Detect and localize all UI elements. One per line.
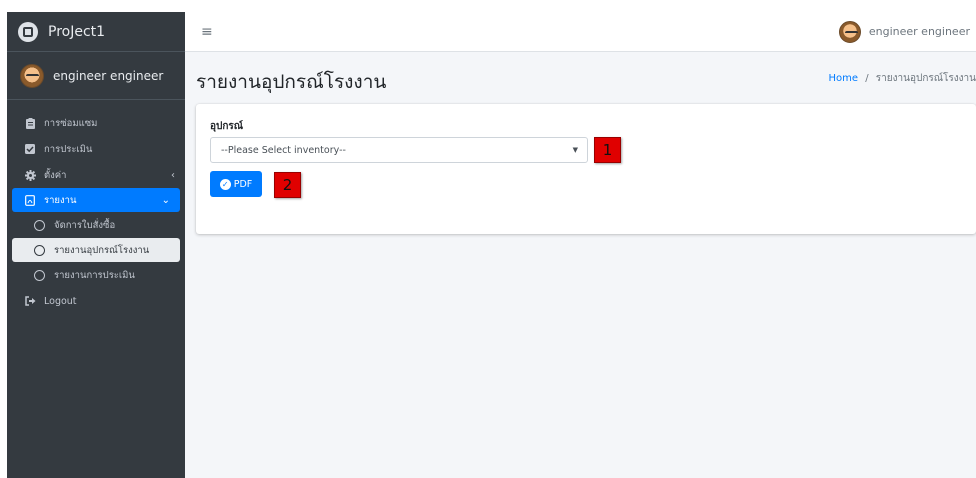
file-pdf-icon (24, 194, 36, 206)
report-form-card: อุปกรณ์ --Please Select inventory-- ▼ 1 … (196, 104, 976, 234)
chevron-left-icon: ‹ (171, 169, 175, 181)
sign-out-icon (24, 295, 36, 307)
top-user-name: engineer engineer (868, 25, 970, 38)
brand[interactable]: ProJect1 (7, 12, 185, 52)
sidebar-item-logout[interactable]: Logout (7, 288, 185, 314)
check-square-icon (24, 143, 36, 155)
sidebar-item-label: การประเมิน (44, 143, 93, 155)
sidebar-item-settings[interactable]: ตั้งค่า ‹ (7, 162, 185, 188)
clipboard-icon (24, 117, 36, 129)
sidebar-item-repair[interactable]: การซ่อมแซม (7, 110, 185, 136)
chevron-down-icon: ⌄ (161, 194, 170, 206)
annotation-badge-2: 2 (274, 172, 301, 198)
sidebar-item-evaluation[interactable]: การประเมิน (7, 136, 185, 162)
sidebar-item-label: การซ่อมแซม (44, 117, 98, 129)
sidebar-subitem-equipment-report[interactable]: รายงานอุปกรณ์โรงงาน (12, 238, 180, 262)
sidebar-item-label: รายงาน (44, 194, 77, 206)
sidebar-subitem-evaluation-report[interactable]: รายงานการประเมิน (7, 262, 185, 288)
sidebar-item-label: Logout (44, 295, 77, 307)
avatar (838, 20, 861, 43)
breadcrumb-home-link[interactable]: Home (829, 73, 859, 84)
breadcrumb-current: รายงานอุปกรณ์โรงงาน (875, 73, 976, 84)
inventory-select[interactable]: --Please Select inventory-- ▼ (210, 137, 588, 163)
sidebar-subitem-label: รายงานการประเมิน (54, 269, 135, 281)
brand-title: ProJect1 (48, 23, 106, 40)
check-circle-icon: ✓ (219, 178, 231, 190)
hamburger-menu-icon[interactable]: ≡ (201, 24, 213, 40)
sidebar-item-report[interactable]: รายงาน ⌄ (12, 188, 180, 212)
sidebar: ProJect1 engineer engineer การซ่อมแซม กา… (7, 12, 185, 478)
brand-logo-icon (18, 21, 38, 42)
inventory-select-value: --Please Select inventory-- (221, 144, 346, 156)
sidebar-subitem-label: จัดการใบสั่งซื้อ (54, 219, 116, 231)
top-user-menu[interactable]: engineer engineer (838, 20, 970, 43)
user-panel[interactable]: engineer engineer (7, 52, 185, 100)
pdf-button-label: PDF (233, 178, 253, 190)
sidebar-nav: การซ่อมแซม การประเมิน ตั้งค่า ‹ รายงาน ⌄… (7, 100, 185, 314)
breadcrumb: Home / รายงานอุปกรณ์โรงงาน (829, 71, 976, 86)
breadcrumb-separator: / (865, 73, 869, 84)
page-title: รายงานอุปกรณ์โรงงาน (196, 71, 387, 93)
user-name: engineer engineer (53, 68, 164, 83)
content-area: รายงานอุปกรณ์โรงงาน Home / รายงานอุปกรณ์… (185, 52, 976, 478)
dropdown-arrow-icon: ▼ (572, 146, 578, 154)
circle-icon (34, 219, 45, 231)
sidebar-subitem-purchase-orders[interactable]: จัดการใบสั่งซื้อ (7, 212, 185, 238)
sidebar-subitem-label: รายงานอุปกรณ์โรงงาน (54, 244, 150, 256)
circle-icon (34, 269, 45, 281)
gear-icon (24, 169, 36, 181)
circle-icon (34, 244, 45, 256)
sidebar-item-label: ตั้งค่า (44, 169, 67, 181)
avatar (20, 63, 44, 88)
inventory-label: อุปกรณ์ (210, 121, 244, 132)
pdf-button[interactable]: ✓ PDF (210, 171, 262, 197)
annotation-badge-1: 1 (594, 137, 621, 163)
top-navbar: ≡ engineer engineer (185, 12, 976, 52)
